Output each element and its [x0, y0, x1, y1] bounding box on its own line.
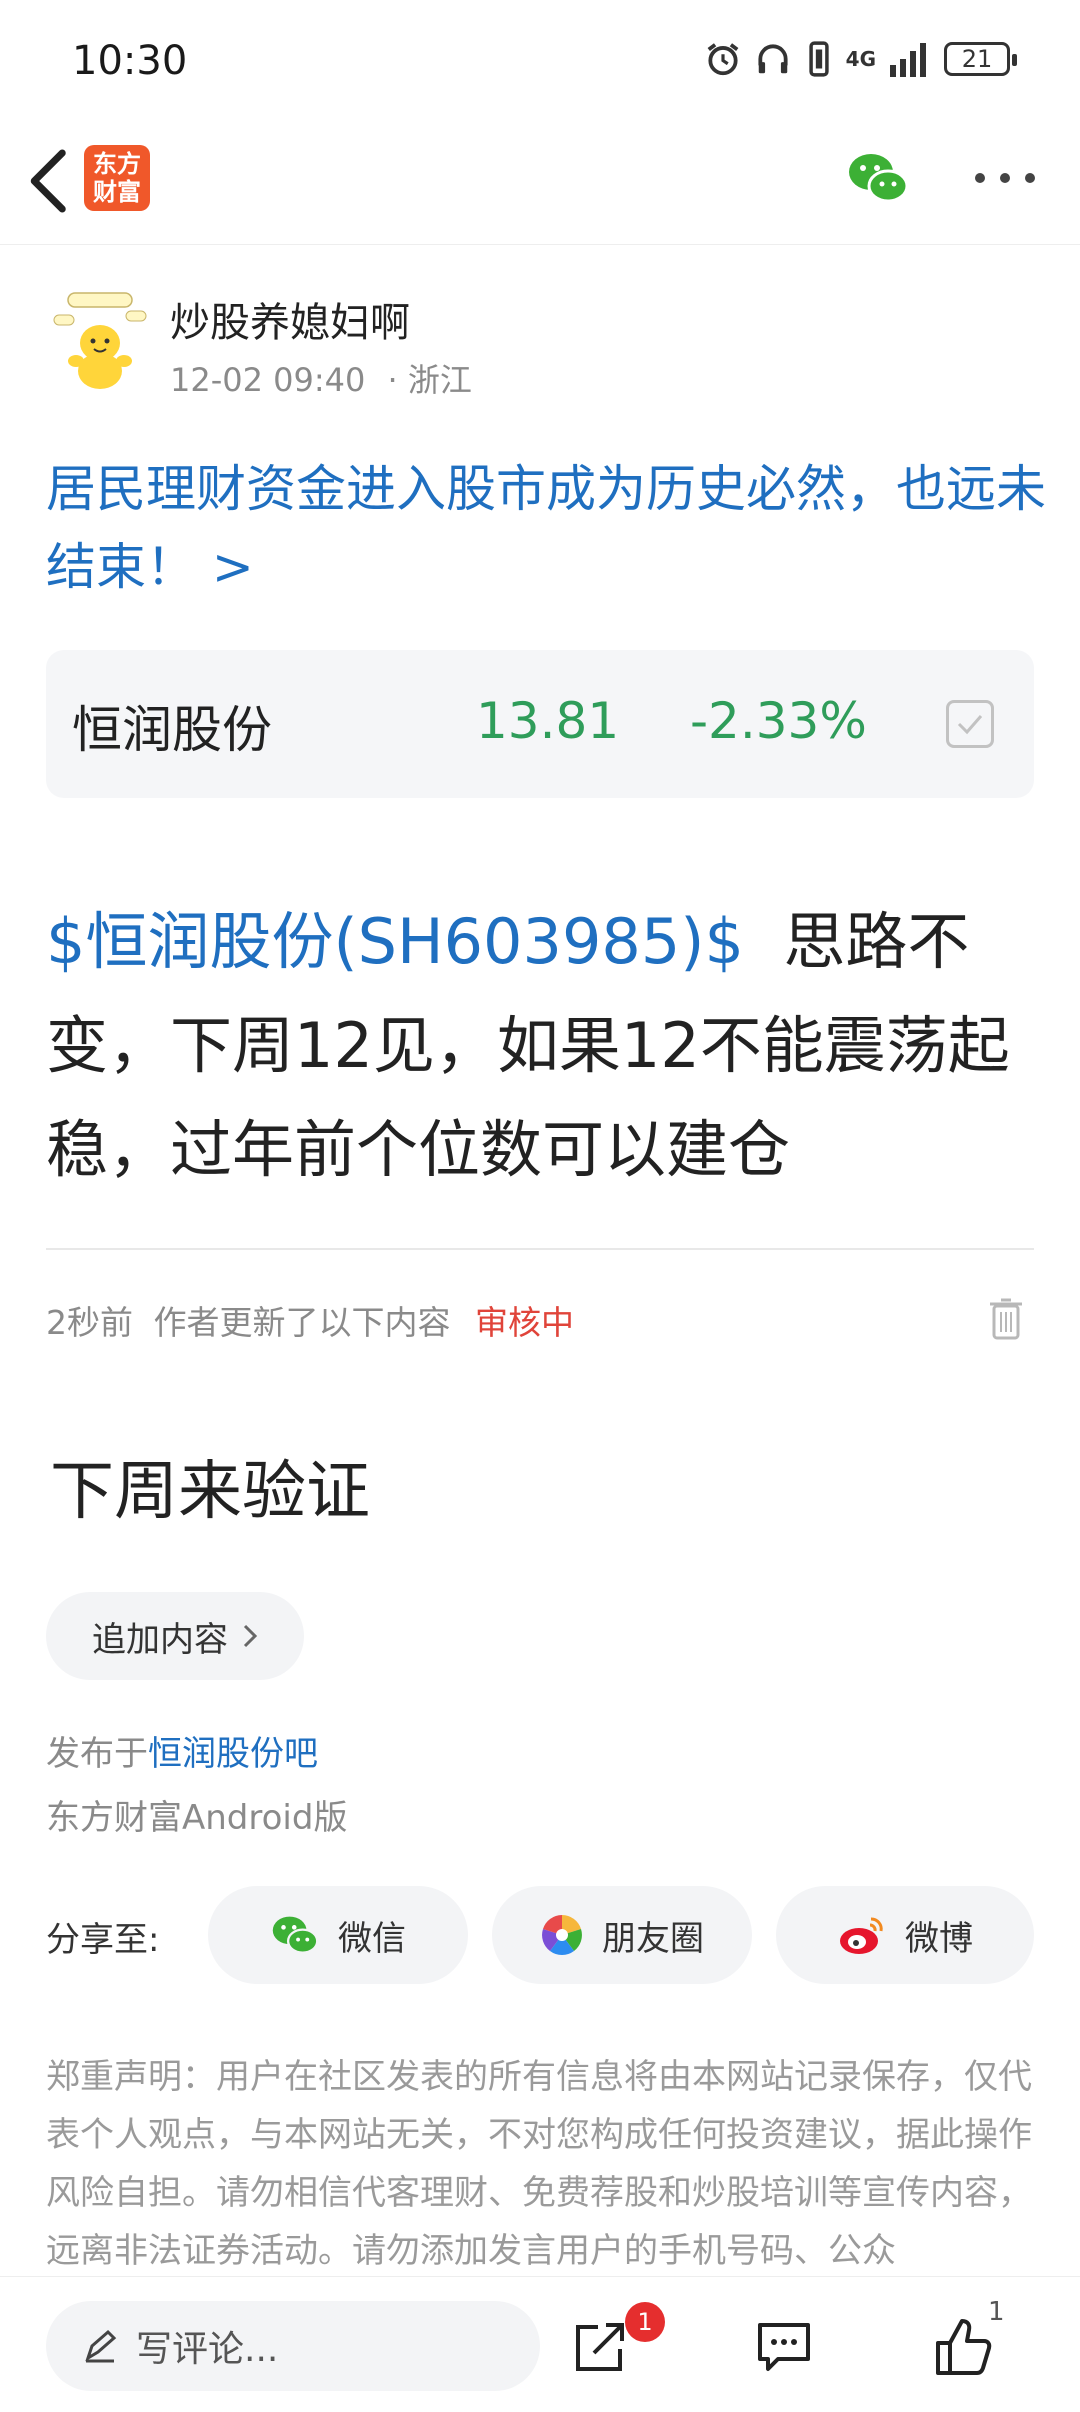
logo-text-line2: 财富 — [93, 178, 141, 206]
update-text: 作者更新了以下内容 — [153, 1303, 451, 1342]
bottom-action-bar: 写评论... 1 1 — [0, 2276, 1080, 2412]
disclaimer-text: 郑重声明：用户在社区发表的所有信息将由本网站记录保存，仅代表个人观点，与本网站无… — [46, 2057, 1032, 2271]
back-arrow-icon[interactable] — [20, 146, 80, 216]
top-nav-bar: 东方 财富 — [0, 120, 1080, 245]
share-moments-label: 朋友圈 — [602, 1918, 704, 1959]
thumbs-up-icon[interactable] — [932, 2315, 994, 2377]
chevron-right-icon — [243, 1624, 258, 1648]
wechat-icon — [272, 1916, 319, 1954]
share-weibo-label: 微博 — [905, 1918, 973, 1959]
update-time: 2秒前 — [46, 1303, 133, 1342]
publish-info: 发布于恒润股份吧 — [46, 1726, 318, 1775]
network-label: 4G — [845, 47, 876, 71]
update-notice: 2秒前 作者更新了以下内容 审核中 — [46, 1296, 574, 1344]
pencil-icon — [85, 2329, 117, 2363]
post-content: $恒润股份(SH603985)$ 思路不变，下周12见，如果12不能震荡起稳，过… — [46, 890, 1036, 1202]
add-watchlist-checkbox[interactable] — [946, 700, 994, 748]
headphones-icon — [758, 44, 788, 74]
status-bar: 10:30 4G 21 — [0, 0, 1080, 120]
forum-link[interactable]: 恒润股份吧 — [148, 1734, 318, 1774]
review-status-badge: 审核中 — [475, 1303, 574, 1342]
publish-prefix: 发布于 — [46, 1734, 148, 1774]
append-content-label: 追加内容 — [92, 1619, 228, 1660]
weibo-icon — [840, 1917, 883, 1954]
share-moments-button[interactable]: 朋友圈 — [492, 1886, 752, 1984]
moments-icon — [542, 1915, 582, 1955]
stock-change: -2.33% — [690, 692, 867, 750]
post-time: 12-02 09:40 — [170, 361, 366, 399]
wechat-share-icon[interactable] — [846, 148, 910, 208]
share-wechat-label: 微信 — [338, 1918, 406, 1959]
alarm-icon — [707, 43, 739, 76]
app-logo[interactable]: 东方 财富 — [84, 145, 150, 211]
stock-quote-card[interactable]: 恒润股份 13.81 -2.33% — [46, 650, 1034, 798]
stock-name: 恒润股份 — [72, 701, 272, 759]
stock-price: 13.81 — [476, 692, 620, 750]
check-icon — [957, 715, 983, 735]
share-weibo-button[interactable]: 微博 — [776, 1886, 1034, 1984]
status-time: 10:30 — [72, 38, 188, 84]
content-divider — [46, 1248, 1034, 1250]
appended-content: 下周来验证 — [50, 1455, 370, 1529]
logo-text-line1: 东方 — [93, 150, 141, 178]
share-wechat-button[interactable]: 微信 — [208, 1886, 468, 1984]
comment-placeholder: 写评论... — [136, 2329, 279, 2370]
comment-icon[interactable] — [754, 2319, 814, 2375]
comment-input[interactable]: 写评论... — [46, 2301, 540, 2391]
post-meta: 12-02 09:40 · 浙江 — [170, 355, 472, 401]
vibrate-icon — [808, 41, 829, 77]
status-icons: 4G 21 — [704, 40, 1017, 78]
related-article-link[interactable]: 居民理财资金进入股市成为历史必然，也远未结束！ > — [46, 450, 1046, 606]
battery-icon: 21 — [944, 42, 1017, 76]
like-count: 1 — [988, 2297, 1005, 2327]
client-info: 东方财富Android版 — [46, 1798, 348, 1838]
author-name[interactable]: 炒股养媳妇啊 — [170, 290, 410, 348]
share-icon[interactable] — [570, 2317, 630, 2377]
stock-tag-link[interactable]: $恒润股份(SH603985)$ — [46, 905, 744, 978]
author-avatar[interactable] — [50, 285, 150, 393]
signal-icon — [890, 43, 926, 77]
more-options-icon[interactable] — [970, 160, 1040, 196]
share-label: 分享至: — [46, 1920, 160, 1960]
post-location: · 浙江 — [387, 361, 472, 399]
append-content-button[interactable]: 追加内容 — [46, 1592, 304, 1680]
share-count-badge: 1 — [625, 2302, 665, 2342]
delete-icon[interactable] — [986, 1294, 1026, 1342]
